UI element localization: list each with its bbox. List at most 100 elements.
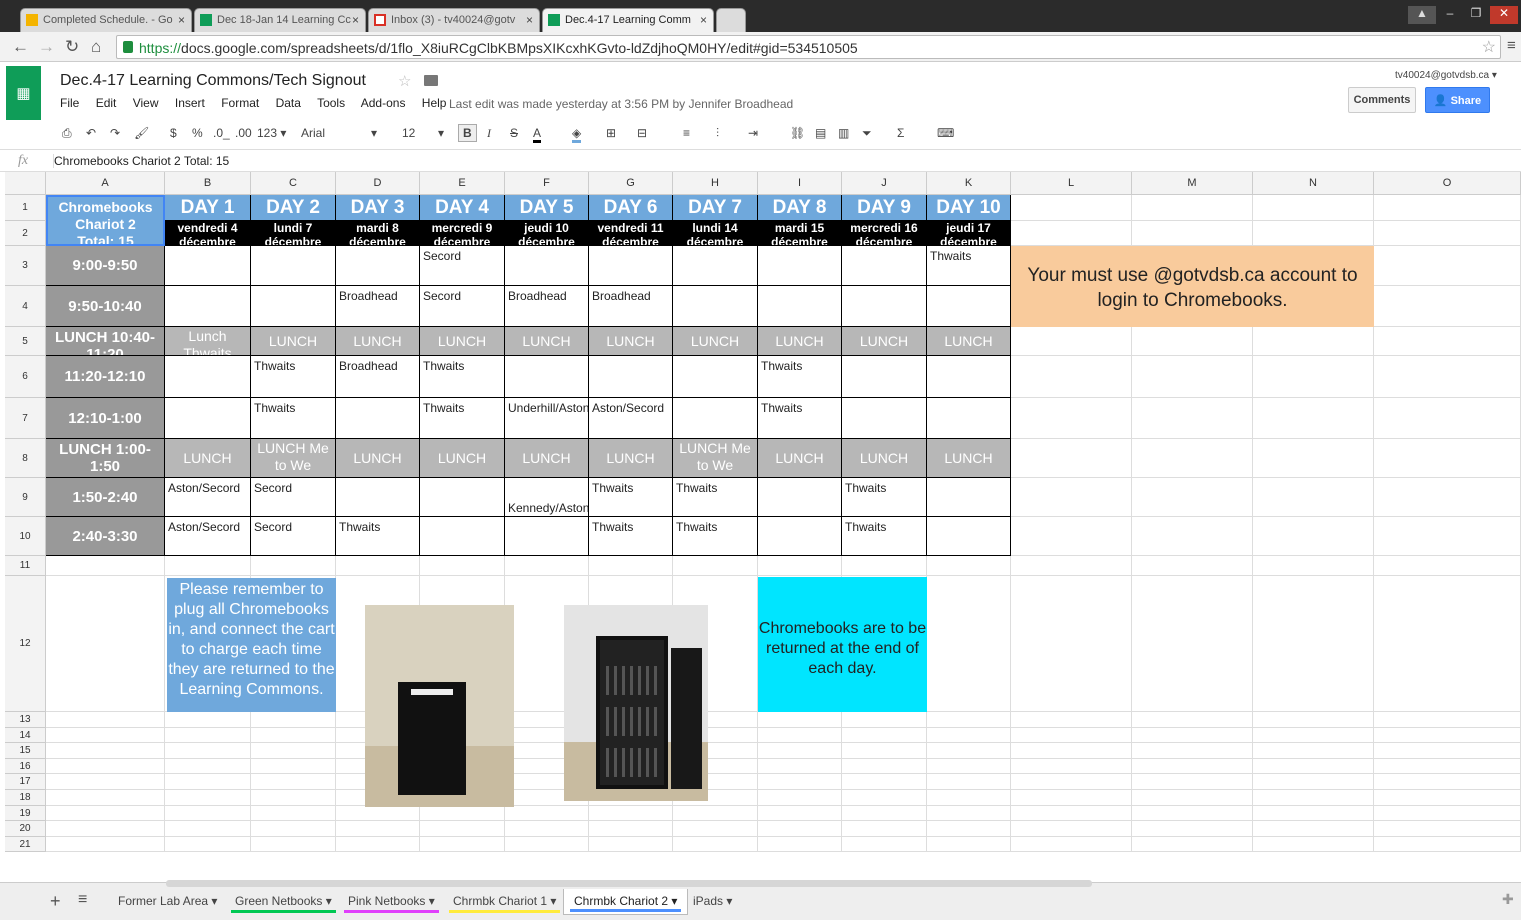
grid-cell[interactable] (1132, 806, 1253, 821)
date-header[interactable]: lundi 14 décembre (673, 221, 758, 246)
grid-cell[interactable] (251, 556, 336, 576)
booking-cell[interactable] (758, 517, 842, 556)
merge-cells-icon[interactable]: ⊟ (637, 126, 647, 140)
grid-cell[interactable] (505, 821, 589, 837)
grid-cell[interactable] (758, 837, 842, 852)
booking-cell[interactable]: Aston/Secord (589, 398, 673, 439)
grid-cell[interactable] (251, 712, 336, 728)
functions-icon[interactable]: Σ (897, 126, 904, 140)
grid-cell[interactable] (505, 806, 589, 821)
grid-cell[interactable] (251, 759, 336, 774)
doc-title[interactable]: Dec.4-17 Learning Commons/Tech Signout (60, 72, 366, 90)
booking-cell[interactable] (673, 246, 758, 286)
menu-format[interactable]: Format (221, 96, 259, 110)
sheet-tab-chariot-2[interactable]: Chrmbk Chariot 2 ▾ (563, 889, 689, 915)
grid-cell[interactable] (1011, 821, 1132, 837)
grid-cell[interactable] (758, 712, 842, 728)
time-slot-header[interactable]: 12:10-1:00 (46, 398, 165, 439)
booking-cell[interactable] (336, 398, 420, 439)
grid-cell[interactable] (1011, 356, 1132, 398)
folder-icon[interactable] (424, 75, 438, 86)
grid-cell[interactable] (1132, 195, 1253, 221)
grid-cell[interactable] (46, 728, 165, 743)
booking-cell[interactable] (336, 246, 420, 286)
row-header-3[interactable]: 3 (5, 246, 46, 286)
menu-file[interactable]: File (60, 96, 79, 110)
grid-cell[interactable] (927, 837, 1011, 852)
grid-cell[interactable] (1253, 327, 1374, 356)
undo-icon[interactable]: ↶ (86, 126, 96, 140)
lunch-cell[interactable]: LUNCH (336, 439, 420, 478)
grid-cell[interactable] (927, 821, 1011, 837)
day-header[interactable]: DAY 5 (505, 195, 589, 221)
grid-cell[interactable] (336, 821, 420, 837)
booking-cell[interactable] (758, 478, 842, 517)
grid-cell[interactable] (927, 774, 1011, 790)
grid-cell[interactable] (927, 728, 1011, 743)
time-slot-header[interactable]: 1:50-2:40 (46, 478, 165, 517)
booking-cell[interactable]: Thwaits (842, 517, 927, 556)
grid-cell[interactable] (165, 806, 251, 821)
booking-cell[interactable]: Broadhead (589, 286, 673, 327)
grid-cell[interactable] (1011, 195, 1132, 221)
grid-cell[interactable] (842, 837, 927, 852)
booking-cell[interactable]: Secord (420, 286, 505, 327)
grid-cell[interactable] (1011, 576, 1132, 712)
grid-cell[interactable] (251, 743, 336, 759)
all-sheets-icon[interactable]: ≡ (78, 891, 87, 909)
grid-cell[interactable] (1374, 246, 1521, 286)
grid-cell[interactable] (1253, 743, 1374, 759)
grid-cell[interactable] (1374, 398, 1521, 439)
browser-tab-dec18[interactable]: Dec 18-Jan 14 Learning Cc × (194, 8, 366, 32)
grid-cell[interactable] (46, 837, 165, 852)
home-icon[interactable]: ⌂ (91, 37, 101, 57)
grid-cell[interactable] (758, 790, 842, 806)
row-header-10[interactable]: 10 (5, 517, 46, 556)
grid-cell[interactable] (1132, 790, 1253, 806)
forward-icon[interactable]: → (38, 37, 55, 57)
grid-cell[interactable] (1011, 556, 1132, 576)
grid-cell[interactable] (1374, 728, 1521, 743)
grid-cell[interactable] (165, 743, 251, 759)
grid-cell[interactable] (1253, 556, 1374, 576)
reload-icon[interactable]: ↻ (65, 37, 79, 57)
sheets-logo-icon[interactable]: ▦ (6, 66, 41, 120)
booking-cell[interactable] (420, 478, 505, 517)
grid-cell[interactable] (1374, 790, 1521, 806)
grid-cell[interactable] (46, 790, 165, 806)
grid-cell[interactable] (927, 790, 1011, 806)
grid-cell[interactable] (46, 576, 165, 712)
time-slot-header[interactable]: 2:40-3:30 (46, 517, 165, 556)
menu-tools[interactable]: Tools (317, 96, 345, 110)
sheet-tab-former-lab[interactable]: Former Lab Area ▾ (108, 889, 227, 915)
row-header-9[interactable]: 9 (5, 478, 46, 517)
decrease-decimal-button[interactable]: .0_ (213, 126, 230, 140)
text-wrap-icon[interactable]: ⇥ (748, 126, 758, 140)
currency-button[interactable]: $ (170, 126, 177, 140)
booking-cell[interactable]: Thwaits (758, 398, 842, 439)
grid-cell[interactable] (1011, 837, 1132, 852)
more-formats-button[interactable]: 123 ▾ (257, 126, 286, 140)
booking-cell[interactable] (673, 356, 758, 398)
grid-cell[interactable] (505, 556, 589, 576)
grid-cell[interactable] (251, 774, 336, 790)
grid-cell[interactable] (1374, 517, 1521, 556)
day-header[interactable]: DAY 2 (251, 195, 336, 221)
grid-cell[interactable] (589, 556, 673, 576)
close-tab-icon[interactable]: × (352, 13, 359, 27)
grid-cell[interactable] (842, 790, 927, 806)
booking-cell[interactable] (758, 246, 842, 286)
grid-cell[interactable] (165, 837, 251, 852)
grid-cell[interactable] (1132, 556, 1253, 576)
grid-cell[interactable] (1132, 517, 1253, 556)
grid-cell[interactable] (673, 556, 758, 576)
row-header-14[interactable]: 14 (5, 728, 46, 743)
booking-cell[interactable] (505, 356, 589, 398)
grid-cell[interactable] (336, 556, 420, 576)
grid-cell[interactable] (842, 806, 927, 821)
lunch-cell[interactable]: LUNCH Me to We Thwaits (673, 439, 758, 478)
add-sheet-icon[interactable]: + (50, 891, 61, 912)
grid-cell[interactable] (1132, 576, 1253, 712)
booking-cell[interactable]: Thwaits (589, 478, 673, 517)
grid-cell[interactable] (758, 759, 842, 774)
